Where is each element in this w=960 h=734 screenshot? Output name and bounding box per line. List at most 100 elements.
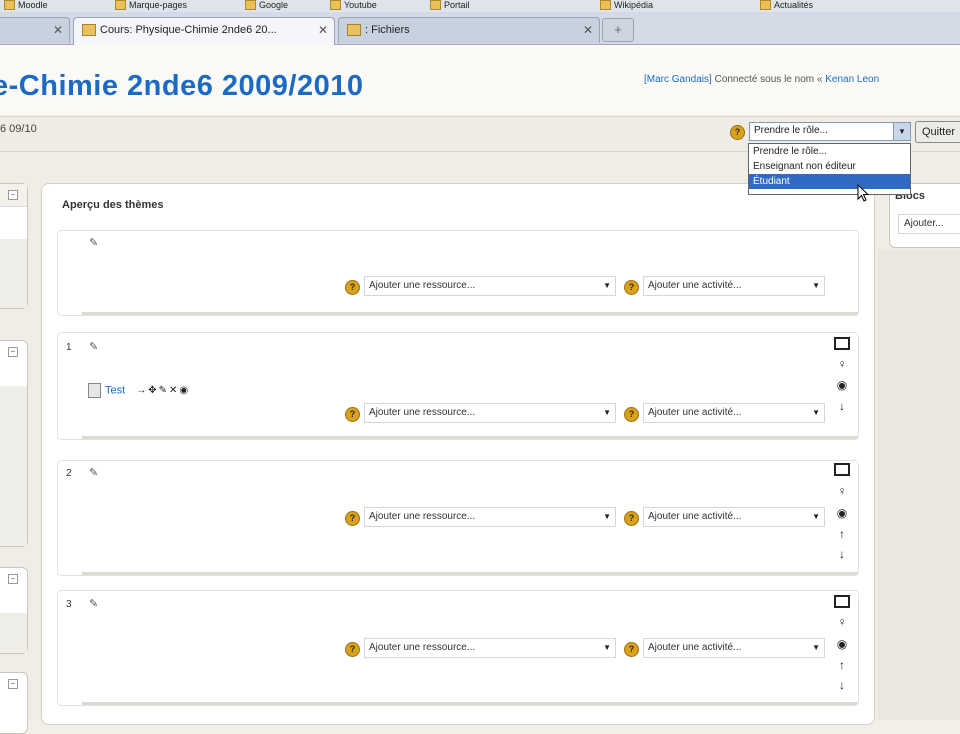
arrow-down-icon[interactable]: ↓ xyxy=(834,399,850,413)
eye-icon[interactable]: ◉ xyxy=(834,378,850,392)
resource-link[interactable]: Test xyxy=(105,384,125,396)
bookmark-item[interactable]: Moodle xyxy=(4,0,48,10)
help-icon[interactable]: ? xyxy=(624,407,639,422)
folder-icon xyxy=(330,0,341,10)
box-icon[interactable] xyxy=(834,595,850,611)
help-icon[interactable]: ? xyxy=(730,125,745,140)
folder-icon xyxy=(4,0,15,10)
lightbulb-icon[interactable]: ♀ xyxy=(834,484,850,498)
edit-icon[interactable]: ✎ xyxy=(89,597,98,610)
left-block: − xyxy=(0,672,28,734)
course-section-0 xyxy=(57,230,859,316)
file-icon xyxy=(88,383,101,398)
folder-icon xyxy=(760,0,771,10)
help-icon[interactable]: ? xyxy=(345,280,360,295)
arrow-up-icon[interactable]: ↑ xyxy=(834,658,850,672)
box-icon[interactable] xyxy=(834,337,850,353)
add-resource-select[interactable]: Ajouter une ressource... ▼ xyxy=(364,403,616,423)
edit-icon[interactable]: ✎ xyxy=(89,466,98,479)
resource-item[interactable]: Test →✥✎✕◉ xyxy=(88,383,190,398)
edit-icon[interactable]: ✎ xyxy=(89,340,98,353)
login-name-link[interactable]: Kenan Leon xyxy=(825,74,879,85)
add-activity-select[interactable]: Ajouter une activité... ▼ xyxy=(643,638,825,658)
collapse-icon[interactable]: − xyxy=(8,190,18,200)
collapse-icon[interactable]: − xyxy=(8,574,18,584)
bookmark-item[interactable]: Wikipédia xyxy=(600,0,653,10)
role-select-value: Prendre le rôle... xyxy=(754,125,828,136)
add-resource-select[interactable]: Ajouter une ressource... ▼ xyxy=(364,638,616,658)
role-select[interactable]: Prendre le rôle... ▼ xyxy=(749,122,911,141)
chevron-down-icon: ▼ xyxy=(812,408,820,417)
chevron-down-icon: ▼ xyxy=(603,408,611,417)
chevron-down-icon: ▼ xyxy=(603,512,611,521)
add-resource-select[interactable]: Ajouter une ressource... ▼ xyxy=(364,276,616,296)
role-option-selected[interactable]: Étudiant xyxy=(749,174,910,189)
breadcrumb[interactable]: 6 09/10 xyxy=(0,123,37,135)
folder-icon xyxy=(600,0,611,10)
left-block: − xyxy=(0,567,28,654)
tab-strip: ✕ Cours: Physique-Chimie 2nde6 20... ✕ :… xyxy=(0,12,960,45)
section-number: 1 xyxy=(66,342,72,353)
bookmark-item[interactable]: Marque-pages xyxy=(115,0,187,10)
resource-tools[interactable]: →✥✎✕◉ xyxy=(136,385,190,396)
arrow-down-icon[interactable]: ↓ xyxy=(834,678,850,692)
right-column xyxy=(878,250,960,720)
chevron-down-icon: ▼ xyxy=(812,512,820,521)
folder-icon xyxy=(430,0,441,10)
add-resource-select[interactable]: Ajouter une ressource... ▼ xyxy=(364,507,616,527)
quit-button[interactable]: Quitter xyxy=(915,121,960,143)
folder-icon xyxy=(82,24,96,37)
add-activity-select[interactable]: Ajouter une activité... ▼ xyxy=(643,507,825,527)
tab-course[interactable]: Cours: Physique-Chimie 2nde6 20... ✕ xyxy=(73,17,335,45)
chevron-down-icon: ▼ xyxy=(812,281,820,290)
chevron-down-icon: ▼ xyxy=(812,643,820,652)
chevron-down-icon: ▼ xyxy=(603,643,611,652)
chevron-down-icon: ▼ xyxy=(603,281,611,290)
bookmark-item[interactable]: Youtube xyxy=(330,0,377,10)
help-icon[interactable]: ? xyxy=(345,407,360,422)
bookmark-item[interactable]: Actualités xyxy=(760,0,813,10)
collapse-icon[interactable]: − xyxy=(8,679,18,689)
eye-icon[interactable]: ◉ xyxy=(834,506,850,520)
bookmark-item[interactable]: Portail xyxy=(430,0,470,10)
login-text: Connecté sous le nom « xyxy=(711,74,826,85)
add-block-select[interactable]: Ajouter... xyxy=(898,214,960,234)
section-number: 3 xyxy=(66,599,72,610)
tab-previous[interactable]: ✕ xyxy=(0,17,70,43)
box-icon[interactable] xyxy=(834,463,850,479)
folder-icon xyxy=(347,24,361,37)
left-block: − xyxy=(0,183,28,309)
help-icon[interactable]: ? xyxy=(624,511,639,526)
help-icon[interactable]: ? xyxy=(345,511,360,526)
help-icon[interactable]: ? xyxy=(345,642,360,657)
folder-icon xyxy=(115,0,126,10)
role-option[interactable]: Prendre le rôle... xyxy=(749,144,910,159)
help-icon[interactable]: ? xyxy=(624,280,639,295)
left-block: − xyxy=(0,340,28,547)
login-user-link[interactable]: [Marc Gandais] xyxy=(644,74,712,85)
add-activity-select[interactable]: Ajouter une activité... ▼ xyxy=(643,276,825,296)
tab-files[interactable]: : Fichiers ✕ xyxy=(338,17,600,43)
mouse-cursor-icon xyxy=(857,184,869,202)
arrow-down-icon[interactable]: ↓ xyxy=(834,547,850,561)
close-icon[interactable]: ✕ xyxy=(583,18,593,42)
role-option[interactable]: Enseignant non éditeur xyxy=(749,159,910,174)
close-icon[interactable]: ✕ xyxy=(318,18,328,42)
folder-icon xyxy=(245,0,256,10)
role-dropdown-list[interactable]: Prendre le rôle... Enseignant non éditeu… xyxy=(748,143,911,195)
login-info: [Marc Gandais] Connecté sous le nom « Ke… xyxy=(644,74,879,85)
section-number: 2 xyxy=(66,468,72,479)
section-heading: Aperçu des thèmes xyxy=(62,199,164,211)
add-activity-select[interactable]: Ajouter une activité... ▼ xyxy=(643,403,825,423)
lightbulb-icon[interactable]: ♀ xyxy=(834,357,850,371)
eye-icon[interactable]: ◉ xyxy=(834,637,850,651)
bookmark-item[interactable]: Google xyxy=(245,0,288,10)
close-icon[interactable]: ✕ xyxy=(53,18,63,42)
collapse-icon[interactable]: − xyxy=(8,347,18,357)
lightbulb-icon[interactable]: ♀ xyxy=(834,615,850,629)
arrow-up-icon[interactable]: ↑ xyxy=(834,527,850,541)
help-icon[interactable]: ? xyxy=(624,642,639,657)
chevron-down-icon[interactable]: ▼ xyxy=(893,123,910,140)
new-tab-button[interactable]: + xyxy=(602,18,634,42)
edit-icon[interactable]: ✎ xyxy=(89,236,98,249)
